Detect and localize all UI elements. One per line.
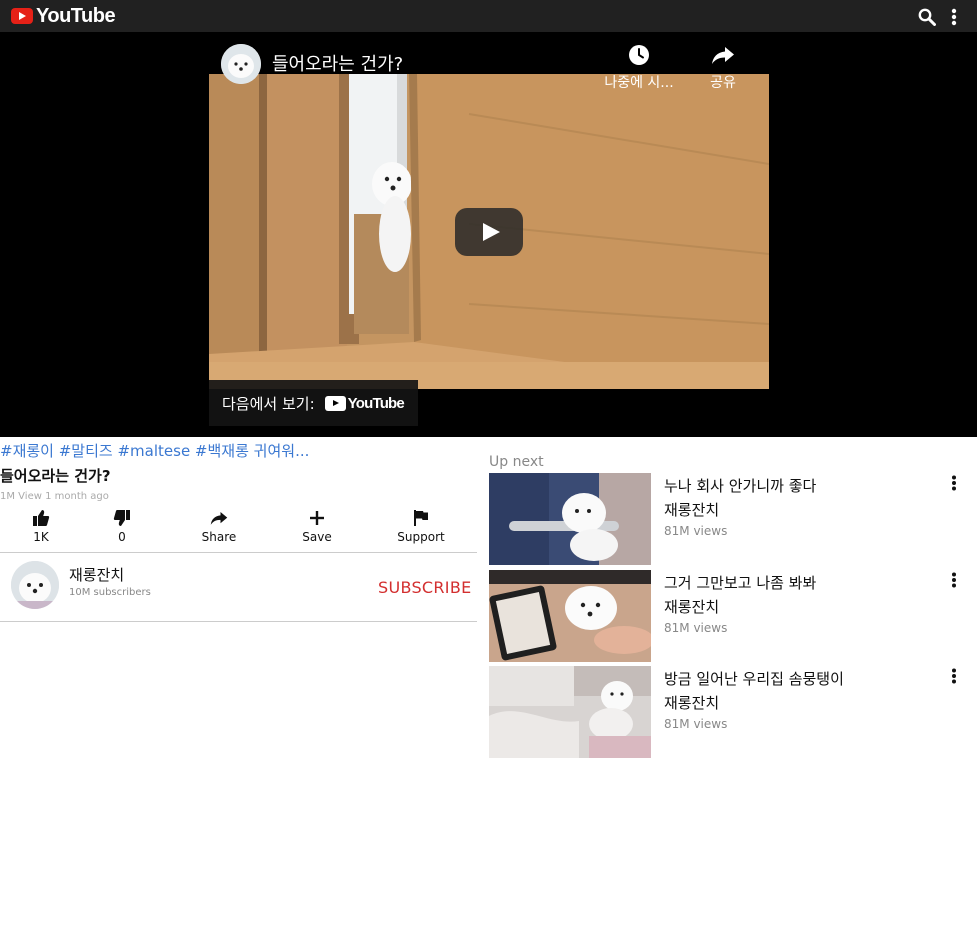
dog-avatar-image bbox=[221, 44, 261, 84]
up-next-channel: 재롱잔치 bbox=[664, 598, 720, 616]
play-icon[interactable] bbox=[455, 208, 523, 256]
thumbs-down-icon bbox=[113, 510, 130, 526]
up-next-item[interactable]: 그거 그만보고 나좀 봐봐 재롱잔치 81M views bbox=[489, 570, 977, 662]
dog-avatar-image bbox=[11, 561, 59, 609]
youtube-mini-logo-text: YouTube bbox=[347, 394, 405, 412]
top-bar: YouTube bbox=[0, 0, 977, 32]
up-next-heading: Up next bbox=[489, 454, 544, 470]
plus-icon bbox=[310, 511, 324, 525]
up-next-views: 81M views bbox=[664, 717, 728, 731]
video-thumbnail[interactable] bbox=[489, 473, 651, 565]
up-next-views: 81M views bbox=[664, 621, 728, 635]
support-label: Support bbox=[397, 530, 445, 544]
channel-avatar[interactable] bbox=[221, 44, 261, 84]
flag-icon bbox=[414, 510, 428, 526]
more-vert-icon[interactable] bbox=[950, 8, 958, 26]
channel-name[interactable]: 재롱잔치 bbox=[69, 564, 124, 585]
player-title[interactable]: 들어오라는 건가? bbox=[272, 50, 403, 76]
youtube-mini-logo: YouTube bbox=[324, 394, 405, 412]
channel-avatar-large[interactable] bbox=[11, 561, 59, 609]
youtube-mini-logo-icon bbox=[324, 395, 346, 411]
save-button[interactable]: Save bbox=[287, 509, 347, 544]
video-thumbnail[interactable] bbox=[489, 666, 651, 758]
thumbnail-image bbox=[489, 666, 651, 758]
up-next-channel: 재롱잔치 bbox=[664, 501, 720, 519]
dislike-count: 0 bbox=[118, 530, 126, 544]
youtube-logo[interactable]: YouTube bbox=[11, 4, 116, 27]
more-vert-icon[interactable] bbox=[951, 475, 957, 491]
divider bbox=[0, 552, 477, 553]
save-label: Save bbox=[302, 530, 332, 544]
like-button[interactable]: 1K bbox=[11, 509, 71, 544]
watch-later-button[interactable]: 나중에 시... bbox=[595, 44, 683, 92]
support-button[interactable]: Support bbox=[391, 509, 451, 544]
share-button[interactable]: Share bbox=[189, 509, 249, 544]
up-next-title[interactable]: 그거 그만보고 나좀 봐봐 bbox=[664, 572, 816, 593]
video-player[interactable]: 들어오라는 건가? 나중에 시... 공유 다음에서 보기: YouTube bbox=[0, 32, 977, 437]
more-vert-icon[interactable] bbox=[951, 572, 957, 588]
like-count: 1K bbox=[33, 530, 49, 544]
share-icon bbox=[210, 512, 228, 525]
video-title: 들어오라는 건가? bbox=[0, 467, 111, 485]
subscriber-count: 10M subscribers bbox=[69, 587, 151, 598]
up-next-views: 81M views bbox=[664, 524, 728, 538]
up-next-title[interactable]: 누나 회사 안가니까 좋다 bbox=[664, 475, 816, 496]
thumbnail-image bbox=[489, 473, 651, 565]
video-thumbnail[interactable] bbox=[489, 570, 651, 662]
divider bbox=[0, 621, 477, 622]
watch-later-label: 나중에 시... bbox=[604, 75, 674, 91]
clock-icon bbox=[629, 45, 649, 65]
youtube-logo-text: YouTube bbox=[36, 4, 116, 27]
up-next-item[interactable]: 방금 일어난 우리집 솜뭉탱이 재롱잔치 81M views bbox=[489, 666, 977, 758]
share-overlay-label: 공유 bbox=[710, 75, 736, 91]
thumbnail-image bbox=[489, 570, 651, 662]
watch-on-youtube-button[interactable]: 다음에서 보기: YouTube bbox=[209, 380, 418, 426]
hashtags[interactable]: #재롱이 #말티즈 #maltese #백재롱 귀여워... bbox=[0, 440, 480, 461]
share-overlay-button[interactable]: 공유 bbox=[700, 44, 746, 92]
dislike-button[interactable]: 0 bbox=[92, 509, 152, 544]
up-next-item[interactable]: 누나 회사 안가니까 좋다 재롱잔치 81M views bbox=[489, 473, 977, 565]
up-next-channel: 재롱잔치 bbox=[664, 694, 720, 712]
action-bar: 1K 0 Share Save Support bbox=[0, 509, 476, 547]
share-label: Share bbox=[201, 530, 237, 544]
youtube-logo-icon bbox=[11, 8, 33, 24]
subscribe-button[interactable]: SUBSCRIBE bbox=[378, 578, 472, 597]
more-vert-icon[interactable] bbox=[951, 668, 957, 684]
share-arrow-icon bbox=[712, 47, 734, 64]
watch-on-label: 다음에서 보기: bbox=[222, 394, 315, 413]
search-icon[interactable] bbox=[918, 8, 936, 26]
up-next-title[interactable]: 방금 일어난 우리집 솜뭉탱이 bbox=[664, 668, 844, 689]
thumbs-up-icon bbox=[33, 510, 50, 526]
video-meta: 1M View 1 month ago bbox=[0, 491, 109, 502]
